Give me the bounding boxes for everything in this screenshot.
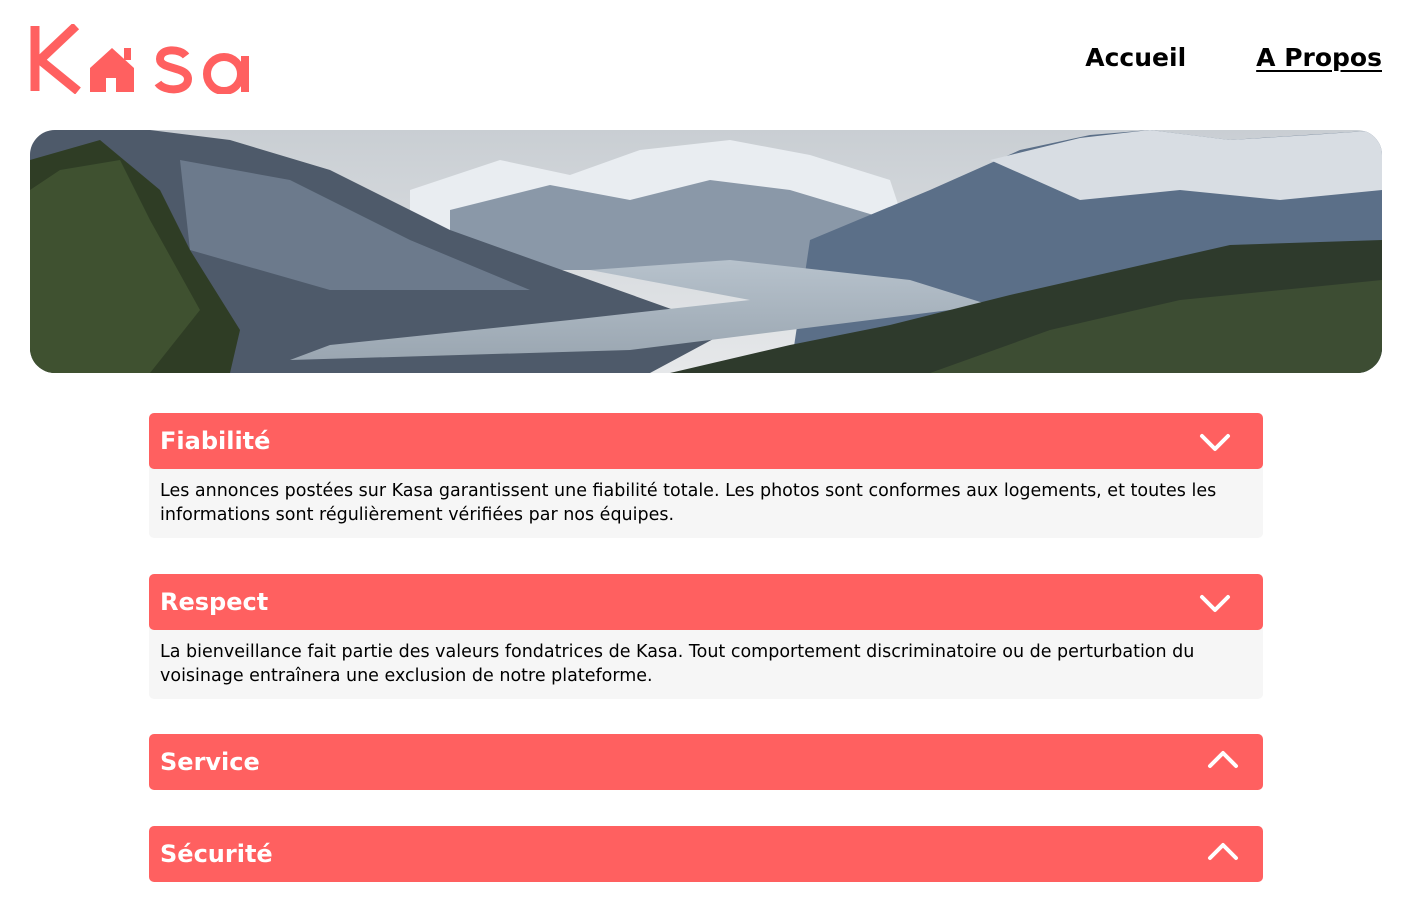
collapse-header-fiabilite[interactable]: Fiabilité (149, 413, 1263, 469)
collapse-fiabilite: Fiabilité Les annonces postées sur Kasa … (149, 413, 1263, 538)
main-nav: Accueil A Propos (1085, 40, 1382, 76)
collapse-respect: Respect La bienveillance fait partie des… (149, 574, 1263, 699)
about-banner-image (30, 130, 1382, 373)
collapse-title: Fiabilité (160, 427, 271, 455)
kasa-logo-mark (30, 22, 249, 95)
chevron-up-icon[interactable] (1207, 744, 1239, 772)
collapse-content: La bienveillance fait partie des valeurs… (149, 628, 1263, 699)
collapse-title: Service (160, 748, 260, 776)
collapse-content: Les annonces postées sur Kasa garantisse… (149, 467, 1263, 538)
chevron-up-icon[interactable] (1207, 836, 1239, 864)
kasa-logo[interactable] (30, 22, 254, 95)
chevron-down-icon[interactable] (1199, 591, 1231, 619)
collapse-header-securite[interactable]: Sécurité (149, 826, 1263, 882)
collapse-title: Sécurité (160, 840, 273, 868)
nav-link-a-propos[interactable]: A Propos (1256, 40, 1382, 76)
nav-link-accueil[interactable]: Accueil (1085, 40, 1186, 76)
collapse-securite: Sécurité (149, 826, 1263, 882)
collapse-service: Service (149, 734, 1263, 790)
collapse-title: Respect (160, 588, 269, 616)
collapse-header-respect[interactable]: Respect (149, 574, 1263, 630)
collapse-header-service[interactable]: Service (149, 734, 1263, 790)
chevron-down-icon[interactable] (1199, 430, 1231, 458)
